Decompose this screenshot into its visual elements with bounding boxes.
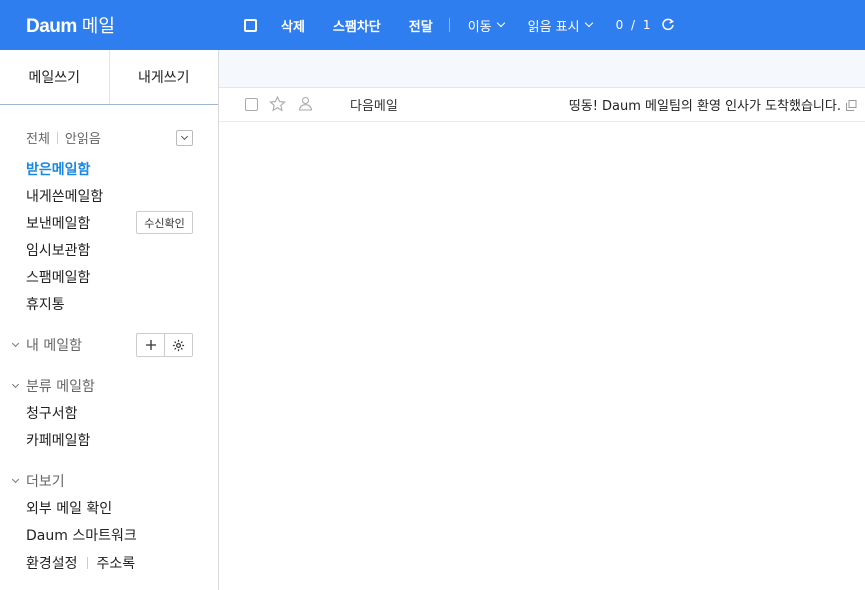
gear-icon	[172, 339, 185, 351]
mail-list-area: 다음메일 띵동! Daum 메일팀의 환영 인사가 도착했습니다.	[219, 50, 865, 590]
mailbox-sent[interactable]: 보낸메일함	[26, 213, 90, 233]
toolbar: 삭제 스팸차단 전달 이동 읽음 표시 0 / 1	[244, 0, 675, 50]
filter-divider	[56, 131, 58, 144]
select-all-checkbox[interactable]	[244, 18, 257, 32]
smartwork-link[interactable]: Daum 스마트워크	[26, 525, 137, 545]
forward-button[interactable]: 전달	[409, 16, 433, 35]
address-book-link[interactable]: 주소록	[97, 553, 136, 573]
block-spam-button[interactable]: 스팸차단	[333, 16, 381, 35]
toolbar-divider	[448, 18, 450, 32]
mark-read-label: 읽음 표시	[527, 19, 580, 35]
copy-icon[interactable]	[846, 100, 857, 115]
category-label: 분류 메일함	[26, 379, 95, 395]
chevron-down-icon	[180, 132, 189, 140]
chevron-down-icon	[584, 18, 593, 28]
mail-sender[interactable]: 다음메일	[350, 95, 398, 114]
logo-service: 메일	[81, 16, 115, 37]
mailbox-cafe[interactable]: 카페메일함	[26, 430, 90, 450]
mailbox-spam[interactable]: 스팸메일함	[26, 267, 90, 287]
top-header: Daum 메일 삭제 스팸차단 전달 이동 읽음 표시 0 / 1	[0, 0, 865, 50]
mail-filter: 전체 안읽음	[26, 128, 193, 147]
logo-brand: Daum	[26, 16, 77, 37]
compose-button[interactable]: 메일쓰기	[0, 50, 109, 104]
mail-row[interactable]: 다음메일 띵동! Daum 메일팀의 환영 인사가 도착했습니다.	[219, 88, 865, 122]
row-checkbox[interactable]	[245, 98, 258, 111]
logo[interactable]: Daum 메일	[26, 12, 115, 38]
category-section[interactable]: 분류 메일함	[11, 376, 95, 396]
my-mailbox-actions	[136, 333, 193, 357]
write-to-me-button[interactable]: 내게쓰기	[108, 50, 219, 104]
mark-read-dropdown[interactable]: 읽음 표시	[527, 16, 593, 35]
sidebar: 메일쓰기 내게쓰기 전체 안읽음 받은메일함 내게쓴메일함 보낸메일함 수신확인…	[0, 50, 219, 590]
mailbox-trash[interactable]: 휴지통	[26, 294, 65, 314]
chevron-down-icon	[496, 18, 505, 28]
my-mailbox-label: 내 메일함	[26, 338, 82, 354]
more-label: 더보기	[26, 474, 65, 490]
chevron-down-icon	[11, 339, 20, 347]
person-icon[interactable]	[298, 96, 313, 115]
refresh-icon[interactable]	[661, 18, 675, 32]
star-icon[interactable]	[269, 95, 286, 116]
external-mail-link[interactable]: 외부 메일 확인	[26, 498, 112, 518]
filter-unread[interactable]: 안읽음	[65, 128, 101, 147]
mailbox-inbox[interactable]: 받은메일함	[26, 159, 90, 179]
delete-button[interactable]: 삭제	[281, 16, 305, 35]
mailbox-settings-button[interactable]	[164, 334, 192, 356]
mailbox-bills[interactable]: 청구서함	[26, 403, 78, 423]
settings-link[interactable]: 환경설정	[26, 553, 78, 573]
my-mailbox-section[interactable]: 내 메일함	[11, 335, 82, 355]
link-divider	[86, 557, 88, 569]
chevron-down-icon	[11, 475, 20, 483]
plus-icon	[145, 340, 156, 350]
list-header	[219, 50, 865, 88]
move-label: 이동	[467, 19, 492, 35]
compose-row: 메일쓰기 내게쓰기	[0, 50, 218, 105]
move-dropdown[interactable]: 이동	[467, 16, 505, 35]
more-section[interactable]: 더보기	[11, 471, 65, 491]
bottom-links: 환경설정 주소록	[26, 553, 135, 573]
chevron-down-icon	[11, 380, 20, 388]
add-mailbox-button[interactable]	[137, 334, 164, 356]
filter-all[interactable]: 전체	[26, 128, 50, 147]
filter-toggle-button[interactable]	[176, 129, 193, 146]
mailbox-to-me[interactable]: 내게쓴메일함	[26, 186, 103, 206]
receipt-check-button[interactable]: 수신확인	[136, 211, 193, 234]
page-count: 0 / 1	[615, 18, 653, 32]
mailbox-drafts[interactable]: 임시보관함	[26, 240, 90, 260]
mail-subject[interactable]: 띵동! Daum 메일팀의 환영 인사가 도착했습니다.	[569, 95, 841, 114]
